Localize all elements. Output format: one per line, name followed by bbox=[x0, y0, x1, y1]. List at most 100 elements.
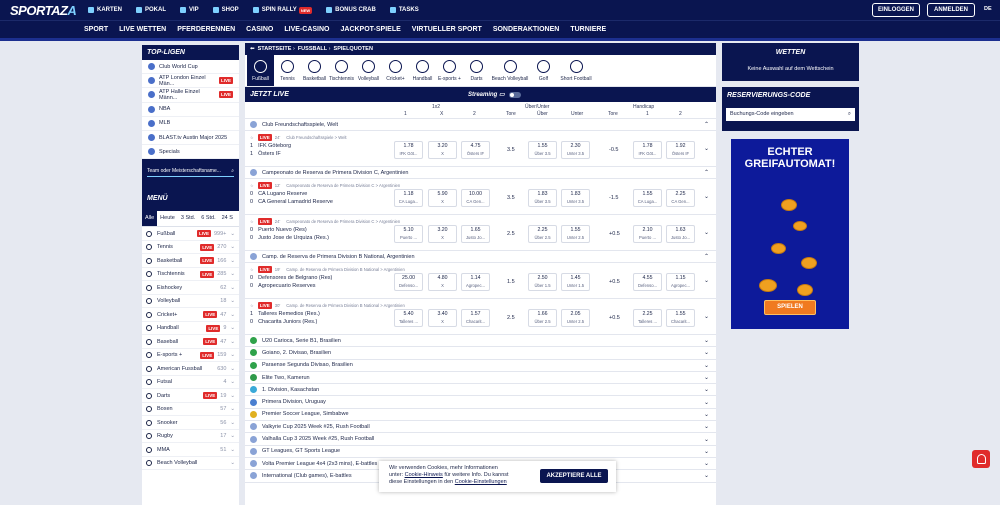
top-league-item[interactable]: MLB bbox=[142, 117, 239, 131]
nav-live-wetten[interactable]: LIVE WETTEN bbox=[119, 26, 166, 33]
odd-button-over-under[interactable]: 1.55 Unter 2.5 bbox=[561, 225, 590, 243]
toplink-bonus-crab[interactable]: BONUS CRAB bbox=[326, 7, 376, 13]
nav-tournaments[interactable]: TURNIERE bbox=[570, 26, 606, 33]
league-row[interactable]: Premier Soccer League, Simbabwe ⌄ bbox=[245, 409, 716, 422]
chevron-down-icon[interactable]: ⌄ bbox=[704, 145, 709, 152]
sidebar-sport-item[interactable]: Handball LIVE 9 ⌄ bbox=[142, 322, 239, 336]
accept-cookies-button[interactable]: AKZEPTIERE ALLE bbox=[540, 469, 608, 483]
nav-live-casino[interactable]: LIVE-CASINO bbox=[284, 26, 329, 33]
star-icon[interactable]: ☆ bbox=[250, 183, 254, 188]
top-league-item[interactable]: Specials bbox=[142, 145, 239, 160]
sidebar-sport-item[interactable]: Boxen 57 ⌄ bbox=[142, 403, 239, 417]
league-row[interactable]: Primera Division, Uruguay ⌄ bbox=[245, 396, 716, 409]
odd-button-1x2[interactable]: 25.00 Defenso... bbox=[394, 273, 423, 291]
sidebar-sport-item[interactable]: Beach Volleyball ⌄ bbox=[142, 457, 239, 471]
sidebar-sport-item[interactable]: Tischtennis LIVE 285 ⌄ bbox=[142, 268, 239, 282]
league-row[interactable]: U20 Carioca, Serie B1, Brasilien ⌄ bbox=[245, 335, 716, 348]
time-tab[interactable]: 3 Std. bbox=[178, 211, 198, 226]
sidebar-sport-item[interactable]: Fußball LIVE 999+ ⌄ bbox=[142, 227, 239, 241]
header-over-under[interactable]: Über/Unter bbox=[525, 104, 549, 110]
league-row[interactable]: GT Leagues, GT Sports League ⌄ bbox=[245, 446, 716, 458]
time-tab[interactable]: 24 S bbox=[219, 211, 236, 226]
odd-button-1x2[interactable]: 3.20 X bbox=[428, 225, 457, 243]
odd-button-1x2[interactable]: 3.40 X bbox=[428, 309, 457, 327]
chevron-up-icon[interactable]: ⌃ bbox=[704, 253, 709, 260]
nav-sport[interactable]: SPORT bbox=[84, 26, 108, 33]
toplink-vip[interactable]: VIP bbox=[180, 7, 199, 13]
odd-button-handicap[interactable]: 4.55 Defenso... bbox=[633, 273, 662, 291]
top-league-item[interactable]: BLAST.tv Austin Major 2025 bbox=[142, 131, 239, 146]
sidebar-sport-item[interactable]: Baseball LIVE 47 ⌄ bbox=[142, 335, 239, 349]
odd-button-1x2[interactable]: 1.65 Justo Jo... bbox=[461, 225, 490, 243]
sidebar-sport-item[interactable]: E-sports + LIVE 159 ⌄ bbox=[142, 349, 239, 363]
sport-tab[interactable]: Handball bbox=[409, 55, 436, 86]
sport-tab[interactable]: Basketball bbox=[301, 55, 328, 86]
top-league-item[interactable]: ATP Halle Einzel Männ... LIVE bbox=[142, 88, 239, 103]
promo-banner[interactable]: ECHTER GREIFAUTOMAT! SPIELEN bbox=[731, 139, 849, 329]
star-icon[interactable]: ☆ bbox=[250, 219, 254, 224]
time-tab[interactable]: Alle bbox=[142, 211, 158, 227]
breadcrumb-home[interactable]: STARTSEITE bbox=[258, 46, 292, 52]
header-handicap[interactable]: Handicap bbox=[633, 104, 654, 110]
sport-tab[interactable]: Fußball bbox=[247, 55, 274, 86]
odd-button-over-under[interactable]: 2.30 Unter 3.5 bbox=[561, 141, 590, 159]
odd-button-1x2[interactable]: 4.80 X bbox=[428, 273, 457, 291]
odd-button-over-under[interactable]: 1.83 Unter 3.5 bbox=[561, 189, 590, 207]
nav-promotions[interactable]: SONDERAKTIONEN bbox=[493, 26, 560, 33]
chevron-down-icon[interactable]: ⌄ bbox=[704, 277, 709, 284]
chevron-down-icon[interactable]: ⌄ bbox=[704, 229, 709, 236]
time-tab[interactable]: 6 Std. bbox=[198, 211, 218, 226]
odd-button-over-under[interactable]: 2.05 Unter 2.5 bbox=[561, 309, 590, 327]
back-arrow-icon[interactable]: ⬅ bbox=[250, 46, 255, 52]
odd-button-1x2[interactable]: 5.40 Talleres ... bbox=[394, 309, 423, 327]
language-selector[interactable]: DE bbox=[984, 6, 992, 12]
login-button[interactable]: EINLOGGEN bbox=[872, 3, 920, 17]
cookie-notice-link[interactable]: Cookie-Hinweis bbox=[405, 472, 443, 478]
star-icon[interactable]: ☆ bbox=[250, 267, 254, 272]
odd-button-1x2[interactable]: 1.78 IFK Göt... bbox=[394, 141, 423, 159]
search-icon[interactable]: ⌕ bbox=[848, 111, 851, 118]
sidebar-sport-item[interactable]: Cricket+ LIVE 47 ⌄ bbox=[142, 308, 239, 322]
play-button[interactable]: SPIELEN bbox=[764, 300, 816, 315]
sidebar-sport-item[interactable]: MMA 51 ⌄ bbox=[142, 443, 239, 457]
league-row[interactable]: 1. Division, Kasachstan ⌄ bbox=[245, 384, 716, 397]
sport-tab[interactable]: Cricket+ bbox=[382, 55, 409, 86]
chevron-up-icon[interactable]: ⌃ bbox=[704, 121, 709, 128]
odd-button-handicap[interactable]: 1.78 IFK Göt... bbox=[633, 141, 662, 159]
league-header[interactable]: Club Freundschaftsspiele, Welt ⌃ bbox=[245, 119, 716, 131]
sidebar-sport-item[interactable]: Darts LIVE 19 ⌄ bbox=[142, 389, 239, 403]
league-row[interactable]: Goiano, 2. Divisao, Brasilien ⌄ bbox=[245, 347, 716, 360]
odd-button-1x2[interactable]: 1.14 Agropec... bbox=[461, 273, 490, 291]
toggle-switch[interactable] bbox=[508, 91, 521, 98]
toplink-karten[interactable]: KARTEN bbox=[88, 7, 122, 13]
toplink-tasks[interactable]: TASKS bbox=[389, 7, 419, 13]
top-league-item[interactable]: Club World Cup bbox=[142, 60, 239, 75]
nav-casino[interactable]: CASINO bbox=[246, 26, 273, 33]
sport-tab[interactable]: Tennis bbox=[274, 55, 301, 86]
sidebar-sport-item[interactable]: Eishockey 62 ⌄ bbox=[142, 281, 239, 295]
top-league-item[interactable]: ATP London Einzel Män... LIVE bbox=[142, 74, 239, 89]
odd-button-over-under[interactable]: 1.45 Unter 1.5 bbox=[561, 273, 590, 291]
league-row[interactable]: Valhalla Cup 3 2025 Week #25, Rush Footb… bbox=[245, 433, 716, 446]
sidebar-sport-item[interactable]: Basketball LIVE 166 ⌄ bbox=[142, 254, 239, 268]
sidebar-sport-item[interactable]: Volleyball 18 ⌄ bbox=[142, 295, 239, 309]
sport-tab[interactable]: Short Football bbox=[557, 55, 595, 86]
time-tab[interactable]: Heute bbox=[157, 211, 178, 226]
booking-code-input[interactable]: Buchungs-Code eingeben ⌕ bbox=[726, 108, 855, 121]
star-icon[interactable]: ☆ bbox=[250, 303, 254, 308]
sidebar-sport-item[interactable]: Tennis LIVE 270 ⌄ bbox=[142, 241, 239, 255]
odd-button-handicap[interactable]: 2.25 Talleres ... bbox=[633, 309, 662, 327]
sport-tab[interactable]: Beach Volleyball bbox=[490, 55, 530, 86]
chevron-down-icon[interactable]: ⌄ bbox=[704, 193, 709, 200]
top-league-item[interactable]: NBA bbox=[142, 103, 239, 117]
league-row[interactable]: Elite Two, Kamerun ⌄ bbox=[245, 372, 716, 385]
odd-button-over-under[interactable]: 2.50 Über 1.5 bbox=[528, 273, 557, 291]
odd-button-1x2[interactable]: 5.10 Puerto ... bbox=[394, 225, 423, 243]
chevron-down-icon[interactable]: ⌄ bbox=[704, 313, 709, 320]
cookie-settings-link[interactable]: Cookie-Einstellungen bbox=[455, 479, 507, 485]
odd-button-handicap[interactable]: 1.15 Agropec... bbox=[666, 273, 695, 291]
league-header[interactable]: Camp. de Reserva de Primera Division B N… bbox=[245, 251, 716, 263]
nav-jackpot[interactable]: JACKPOT-SPIELE bbox=[341, 26, 401, 33]
sport-tab[interactable]: Darts bbox=[463, 55, 490, 86]
odd-button-1x2[interactable]: 10.00 CA Gen... bbox=[461, 189, 490, 207]
